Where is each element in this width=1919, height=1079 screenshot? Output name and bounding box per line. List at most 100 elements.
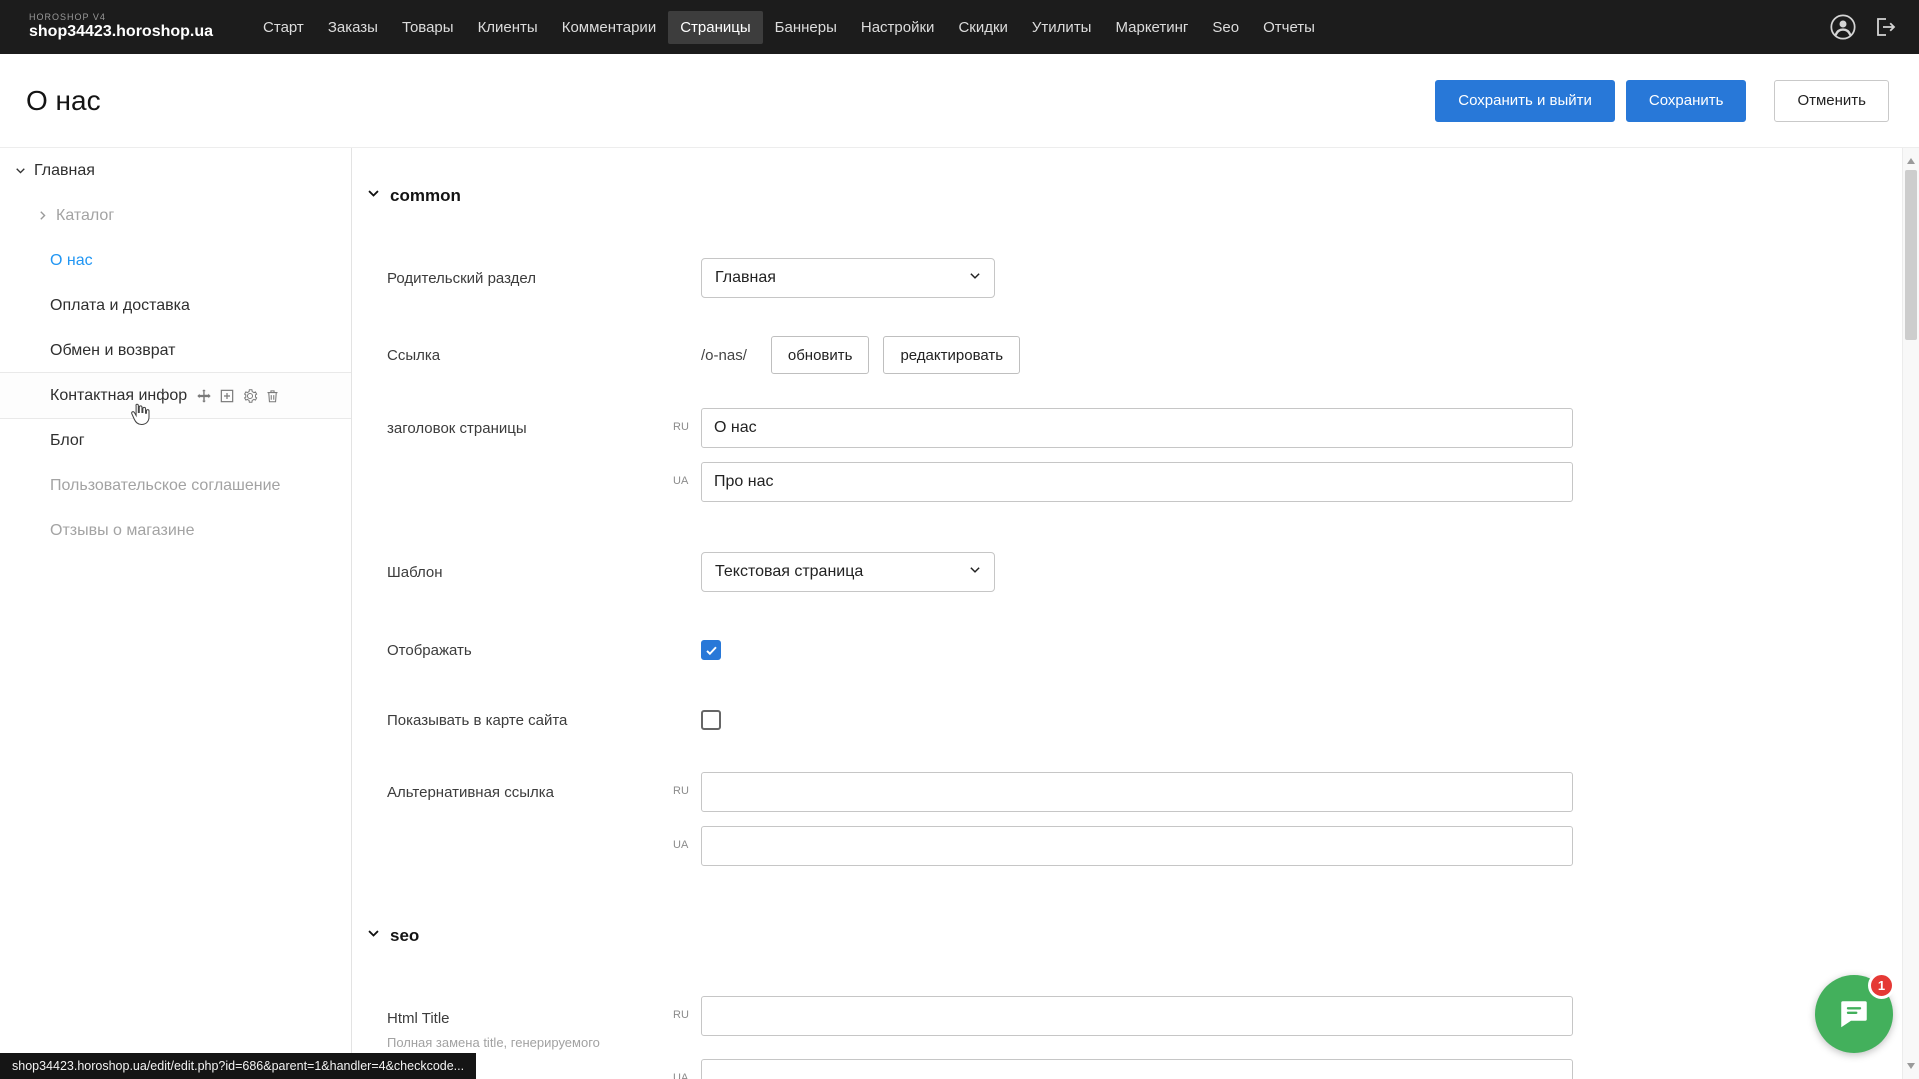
settings-gear-icon[interactable] xyxy=(242,388,258,404)
status-url: shop34423.horoshop.ua/edit/edit.php?id=6… xyxy=(12,1059,464,1073)
sidebar-item-blog[interactable]: Блог xyxy=(0,418,351,463)
chevron-down-icon xyxy=(969,269,981,287)
topbar-item-start[interactable]: Старт xyxy=(251,11,316,44)
sidebar-item-o-nas[interactable]: О нас xyxy=(0,238,351,283)
refresh-link-button[interactable]: обновить xyxy=(771,336,870,374)
alt-link-ru-input[interactable] xyxy=(701,772,1573,812)
brand-version: HOROSHOP V4 xyxy=(29,13,213,23)
sidebar-item-oplata-i-dostavka[interactable]: Оплата и доставка xyxy=(0,283,351,328)
field-label: Родительский раздел xyxy=(387,270,701,287)
sidebar-item-label: Отзывы о магазине xyxy=(50,522,195,540)
user-account-icon[interactable] xyxy=(1829,13,1857,41)
sidebar-item-label: Пользовательское соглашение xyxy=(50,477,280,495)
form-row-link: Ссылка /o-nas/ обновить редактировать xyxy=(387,336,1862,374)
pages-tree-sidebar: Главная Каталог О нас Оплата и доставка … xyxy=(0,148,352,1079)
topbar-item-reports[interactable]: Отчеты xyxy=(1251,11,1327,44)
chevron-right-icon xyxy=(32,210,52,221)
form-row-alt-link: Альтернативная ссылка RU UA xyxy=(387,772,1862,866)
sidebar-item-label: Блог xyxy=(50,432,85,450)
topbar-item-seo[interactable]: Seo xyxy=(1200,11,1251,44)
field-label: Отображать xyxy=(387,642,701,659)
chevron-down-icon xyxy=(367,927,380,945)
save-button[interactable]: Сохранить xyxy=(1626,80,1747,122)
scrollbar-thumb[interactable] xyxy=(1905,170,1917,340)
alt-link-ua-input[interactable] xyxy=(701,826,1573,866)
sidebar-item-label: Обмен и возврат xyxy=(50,342,175,360)
sitemap-checkbox[interactable] xyxy=(701,710,721,730)
header-buttons: Сохранить и выйти Сохранить Отменить xyxy=(1435,80,1889,122)
sidebar-item-katalog[interactable]: Каталог xyxy=(0,193,351,238)
lang-ru-badge: RU xyxy=(673,785,689,797)
topbar-item-comments[interactable]: Комментарии xyxy=(550,11,668,44)
chat-unread-badge: 1 xyxy=(1868,972,1895,999)
page-title-ua-input[interactable] xyxy=(701,462,1573,502)
page-title-ru-input[interactable] xyxy=(701,408,1573,448)
field-label: Html Title xyxy=(387,1010,701,1027)
sidebar-item-label: Каталог xyxy=(56,207,114,225)
browser-status-bar: shop34423.horoshop.ua/edit/edit.php?id=6… xyxy=(0,1053,476,1079)
add-page-icon[interactable] xyxy=(219,388,235,404)
field-label-block: Html Title Полная замена title, генериру… xyxy=(387,996,701,1050)
sidebar-item-actions xyxy=(196,388,280,404)
topbar-item-products[interactable]: Товары xyxy=(390,11,466,44)
select-value: Главная xyxy=(715,269,776,287)
page-edit-form: common Родительский раздел Главная Ссылк… xyxy=(352,148,1902,1079)
cancel-button[interactable]: Отменить xyxy=(1774,80,1889,122)
topbar-icons xyxy=(1829,13,1897,41)
move-icon[interactable] xyxy=(196,388,212,404)
parent-section-select[interactable]: Главная xyxy=(701,258,995,298)
topbar-item-clients[interactable]: Клиенты xyxy=(466,11,550,44)
brand-domain: shop34423.horoshop.ua xyxy=(29,23,213,41)
field-label: Альтернативная ссылка xyxy=(387,772,701,801)
field-label: Ссылка xyxy=(387,347,701,364)
sidebar-item-glavnaya[interactable]: Главная xyxy=(0,148,351,193)
edit-link-button[interactable]: редактировать xyxy=(883,336,1020,374)
sidebar-item-otzyvy-o-magazine[interactable]: Отзывы о магазине xyxy=(0,508,351,553)
template-select[interactable]: Текстовая страница xyxy=(701,552,995,592)
sidebar-item-label: Контактная инфор xyxy=(50,387,187,405)
field-label: Показывать в карте сайта xyxy=(387,712,701,729)
topbar-item-orders[interactable]: Заказы xyxy=(316,11,390,44)
display-checkbox[interactable] xyxy=(701,640,721,660)
top-navigation: Старт Заказы Товары Клиенты Комментарии … xyxy=(251,0,1327,54)
topbar-item-settings[interactable]: Настройки xyxy=(849,11,947,44)
lang-ru-badge: RU xyxy=(673,1009,689,1021)
section-title: common xyxy=(390,186,461,206)
chat-launcher-button[interactable]: 1 xyxy=(1815,975,1893,1053)
section-seo-header[interactable]: seo xyxy=(367,926,419,946)
scroll-up-arrow[interactable] xyxy=(1907,154,1915,164)
select-value: Текстовая страница xyxy=(715,563,863,581)
chevron-down-icon xyxy=(10,165,30,176)
sidebar-item-label: Главная xyxy=(34,162,95,180)
logout-icon[interactable] xyxy=(1873,15,1897,39)
topbar-item-banners[interactable]: Баннеры xyxy=(763,11,849,44)
field-hint: Полная замена title, генерируемого xyxy=(387,1035,701,1050)
page-title: О нас xyxy=(26,85,101,117)
topbar-item-marketing[interactable]: Маркетинг xyxy=(1103,11,1200,44)
delete-trash-icon[interactable] xyxy=(265,388,280,404)
lang-ua-badge: UA xyxy=(673,839,688,851)
field-label: заголовок страницы xyxy=(387,408,701,437)
page-header: О нас Сохранить и выйти Сохранить Отмени… xyxy=(0,54,1919,148)
html-title-ua-input[interactable] xyxy=(701,1059,1573,1079)
topbar-item-discounts[interactable]: Скидки xyxy=(946,11,1019,44)
lang-ua-badge: UA xyxy=(673,1072,688,1079)
html-title-ru-input[interactable] xyxy=(701,996,1573,1036)
vertical-scrollbar[interactable] xyxy=(1902,148,1919,1079)
link-path-value: /o-nas/ xyxy=(701,347,747,364)
app-window: HOROSHOP V4 shop34423.horoshop.ua Старт … xyxy=(0,0,1919,1079)
topbar-item-utilities[interactable]: Утилиты xyxy=(1020,11,1104,44)
chat-bubble-icon xyxy=(1836,996,1872,1032)
sidebar-item-label: О нас xyxy=(50,252,93,270)
chevron-down-icon xyxy=(367,187,380,205)
lang-ru-badge: RU xyxy=(673,421,689,433)
sidebar-item-polzovatelskoe-soglashenie[interactable]: Пользовательское соглашение xyxy=(0,463,351,508)
scroll-down-arrow[interactable] xyxy=(1907,1063,1915,1073)
sidebar-item-kontaktnaya-informatsiya[interactable]: Контактная инфор xyxy=(0,373,351,418)
topbar-item-pages[interactable]: Страницы xyxy=(668,11,762,44)
sidebar-item-obmen-i-vozvrat[interactable]: Обмен и возврат xyxy=(0,328,351,373)
save-and-exit-button[interactable]: Сохранить и выйти xyxy=(1435,80,1615,122)
section-common-header[interactable]: common xyxy=(367,186,461,206)
form-row-sitemap: Показывать в карте сайта xyxy=(387,710,1862,730)
brand[interactable]: HOROSHOP V4 shop34423.horoshop.ua xyxy=(29,13,213,40)
